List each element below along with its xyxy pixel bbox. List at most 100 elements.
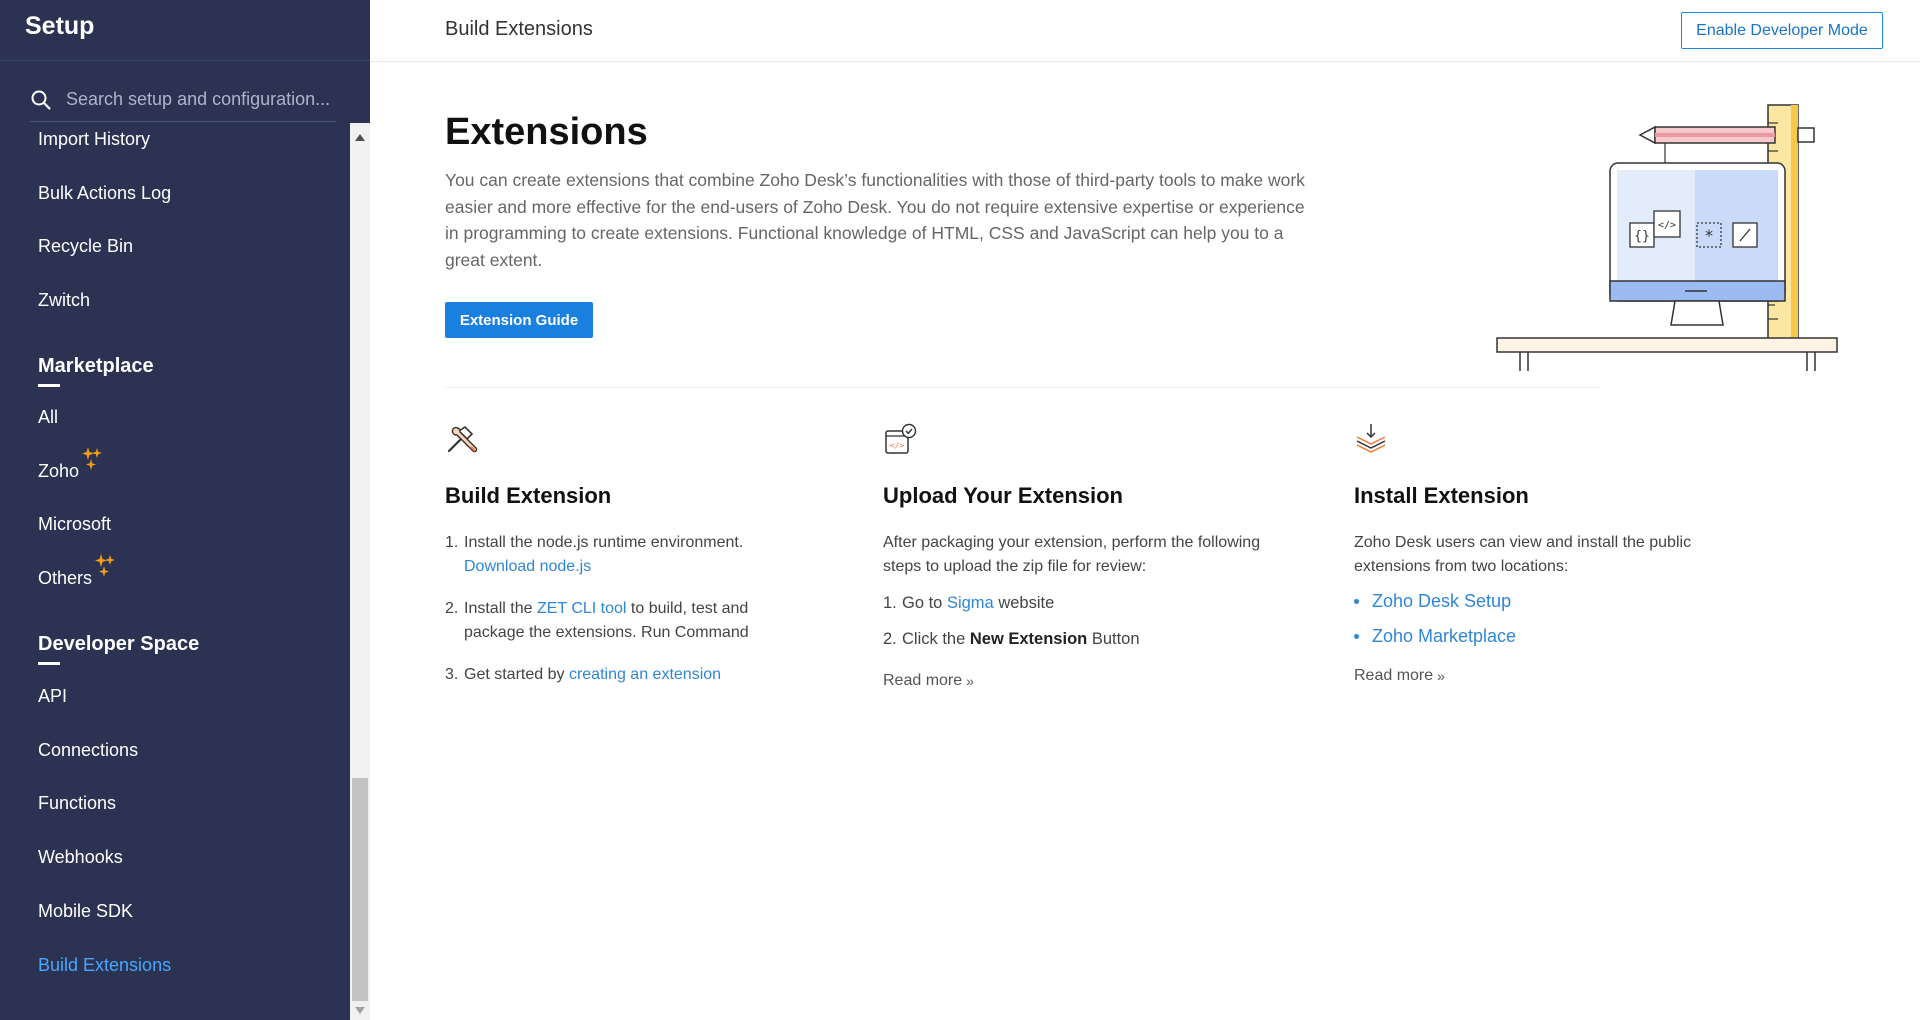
install-intro: Zoho Desk users can view and install the… [1354,534,1692,551]
section-underline [38,384,60,387]
upload-step-1: 1. Go to Sigma website [883,591,1303,615]
upload-extension-card: </> Upload Your Extension After packagin… [883,423,1303,689]
sidebar-menu: Import History Bulk Actions Log Recycle … [0,123,350,1020]
section-heading-marketplace: Marketplace [38,355,154,387]
step-text: to build, test and [626,600,749,617]
build-extension-card: Build Extension 1. Install the node.js r… [445,423,805,683]
page-header: Build Extensions Enable Developer Mode [370,0,1920,62]
bullet-dot [1354,598,1359,604]
scrollbar-thumb[interactable] [352,778,368,1001]
read-more-label: Read more [1354,667,1434,684]
upload-extension-title: Upload Your Extension [883,483,1123,508]
upload-intro: steps to upload the zip file for review: [883,558,1147,575]
step-number: 2. [883,630,897,648]
sidebar-item-import-history[interactable]: Import History [38,129,150,150]
bullet-label: Zoho Desk Setup [1372,591,1512,611]
zet-cli-tool-link[interactable]: ZET CLI tool [537,600,627,617]
layers-download-icon [1356,424,1386,453]
install-extension-card: Install Extension Zoho Desk users can vi… [1354,423,1754,684]
step-number: 1. [445,534,459,551]
step-text: Install the node.js runtime environment. [464,534,744,551]
step-number: 1. [883,594,897,612]
double-chevron-right-icon: » [1437,668,1445,684]
zoho-desk-setup-link[interactable]: Zoho Desk Setup [1354,589,1754,613]
step-text: Click the [902,630,970,648]
search-box[interactable]: Search setup and configuration... [30,78,336,122]
upload-intro: After packaging your extension, perform … [883,534,1261,551]
sidebar: Setup Search setup and configuration... … [0,0,370,1020]
double-chevron-right-icon: » [966,673,974,689]
svg-text:</>: </> [1658,220,1676,231]
page-title: Build Extensions [445,18,593,40]
step-number: 2. [445,600,459,617]
scroll-down-arrow-icon[interactable] [355,1007,365,1014]
enable-developer-mode-button[interactable]: Enable Developer Mode [1681,12,1883,49]
section-underline [38,662,60,665]
sidebar-item-microsoft[interactable]: Microsoft [38,514,111,535]
hammer-wrench-icon [447,425,478,453]
creating-extension-link[interactable]: creating an extension [569,666,721,683]
new-extension-label: New Extension [969,630,1088,648]
build-step-3: 3. Get started by creating an extension [445,663,805,687]
step-text: Get started by [464,666,569,683]
sidebar-item-others[interactable]: Others [38,554,116,589]
step-text: Install the [464,600,537,617]
sidebar-item-zwitch[interactable]: Zwitch [38,290,90,311]
sidebar-item-zoho[interactable]: Zoho [38,447,103,482]
install-intro: extensions from two locations: [1354,558,1569,575]
sparkle-icon [82,447,103,470]
section-heading-label: Marketplace [38,355,154,377]
sigma-link[interactable]: Sigma [947,594,994,612]
sidebar-item-webhooks[interactable]: Webhooks [38,847,123,868]
step-text: website [993,594,1055,612]
developer-desk-illustration: {} </> * [1496,104,1838,371]
sidebar-item-connections[interactable]: Connections [38,740,138,761]
upload-step-2: 2. Click the New Extension Button [883,627,1303,651]
scroll-up-arrow-icon[interactable] [355,134,365,141]
zoho-marketplace-link[interactable]: Zoho Marketplace [1354,624,1754,648]
sidebar-item-label: Zoho [38,461,80,481]
read-more-label: Read more [883,672,963,689]
install-extension-title: Install Extension [1354,483,1529,508]
hero-description: You can create extensions that combine Z… [445,170,1305,270]
sidebar-item-all[interactable]: All [38,407,58,428]
sidebar-scrollbar[interactable] [350,123,370,1020]
svg-text:{}: {} [1634,229,1650,244]
sidebar-item-functions[interactable]: Functions [38,793,116,814]
build-steps: 1. Install the node.js runtime environme… [445,531,805,687]
sidebar-item-label: Others [38,568,93,588]
install-body: Zoho Desk users can view and install the… [1354,531,1754,688]
sidebar-item-build-extensions[interactable]: Build Extensions [38,955,171,976]
build-step-2: 2. Install the ZET CLI tool to build, te… [445,597,805,645]
code-file-check-icon: </> [885,423,917,454]
build-step-1: 1. Install the node.js runtime environme… [445,531,805,579]
upload-body: After packaging your extension, perform … [883,531,1303,693]
bullet-label: Zoho Marketplace [1372,626,1517,646]
sidebar-item-api[interactable]: API [38,686,67,707]
step-text: Button [1087,630,1140,648]
section-heading-developer-space: Developer Space [38,633,200,665]
sidebar-item-bulk-actions-log[interactable]: Bulk Actions Log [38,183,171,204]
sidebar-title: Setup [25,12,95,40]
hero-title: Extensions [445,111,648,153]
sidebar-item-recycle-bin[interactable]: Recycle Bin [38,236,133,257]
svg-text:</>: </> [890,441,905,450]
step-text: Go to [902,594,947,612]
svg-text:*: * [1705,226,1713,245]
build-extension-title: Build Extension [445,483,612,508]
main-content: Extensions You can create extensions tha… [370,63,1920,1020]
upload-read-more-link[interactable]: Read more » [883,669,1303,693]
search-input[interactable]: Search setup and configuration... [66,89,330,110]
extension-guide-button[interactable]: Extension Guide [445,302,593,338]
step-number: 3. [445,666,459,683]
bullet-dot [1354,633,1359,639]
sidebar-divider [0,60,370,61]
download-nodejs-link[interactable]: Download node.js [464,555,743,579]
sparkle-icon [95,554,116,577]
sidebar-item-mobile-sdk[interactable]: Mobile SDK [38,901,133,922]
search-icon [31,90,51,110]
install-read-more-link[interactable]: Read more » [1354,664,1754,688]
step-text: package the extensions. Run Command [464,624,749,641]
section-heading-label: Developer Space [38,633,200,655]
section-divider [445,387,1600,388]
